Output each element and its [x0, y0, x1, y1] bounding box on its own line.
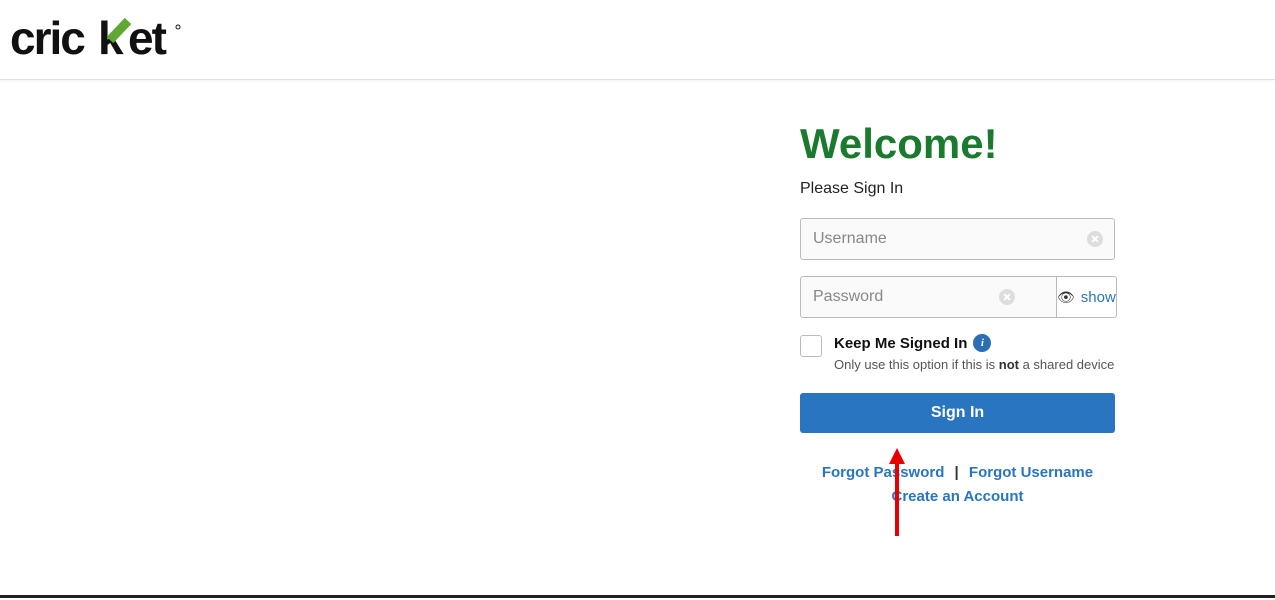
page-subtitle: Please Sign In [800, 180, 1115, 198]
svg-text:cric: cric [10, 16, 85, 64]
info-icon[interactable]: i [973, 334, 991, 352]
password-input[interactable] [800, 276, 1057, 318]
page-title: Welcome! [800, 120, 1115, 168]
clear-icon[interactable] [1087, 231, 1103, 247]
footer-divider [0, 595, 1275, 598]
clear-icon[interactable] [999, 289, 1015, 305]
links-row: Forgot Password | Forgot Username Create… [800, 461, 1115, 509]
eye-icon: 👁 [1057, 289, 1075, 306]
header: cric k et [0, 0, 1275, 80]
keep-signed-in-label: Keep Me Signed In i [834, 334, 1115, 352]
signin-form: Welcome! Please Sign In 👁 show Keep Me S… [800, 120, 1115, 509]
keep-signed-in-row: Keep Me Signed In i Only use this option… [800, 334, 1115, 375]
keep-signed-in-checkbox[interactable] [800, 335, 822, 357]
show-password-button[interactable]: 👁 show [1057, 276, 1117, 318]
username-input[interactable] [800, 218, 1115, 260]
create-account-link[interactable]: Create an Account [892, 488, 1024, 505]
forgot-password-link[interactable]: Forgot Password [822, 464, 945, 481]
signin-button[interactable]: Sign In [800, 393, 1115, 433]
forgot-username-link[interactable]: Forgot Username [969, 464, 1093, 481]
keep-signed-in-text: Keep Me Signed In i Only use this option… [834, 334, 1115, 375]
brand-logo: cric k et [10, 16, 215, 64]
keep-signed-in-hint: Only use this option if this is not a sh… [834, 355, 1115, 375]
show-password-label: show [1081, 289, 1116, 306]
main: Welcome! Please Sign In 👁 show Keep Me S… [0, 80, 1275, 509]
svg-text:et: et [128, 16, 167, 64]
password-wrap: 👁 show [800, 276, 1115, 318]
separator: | [955, 464, 959, 481]
username-wrap [800, 218, 1115, 260]
